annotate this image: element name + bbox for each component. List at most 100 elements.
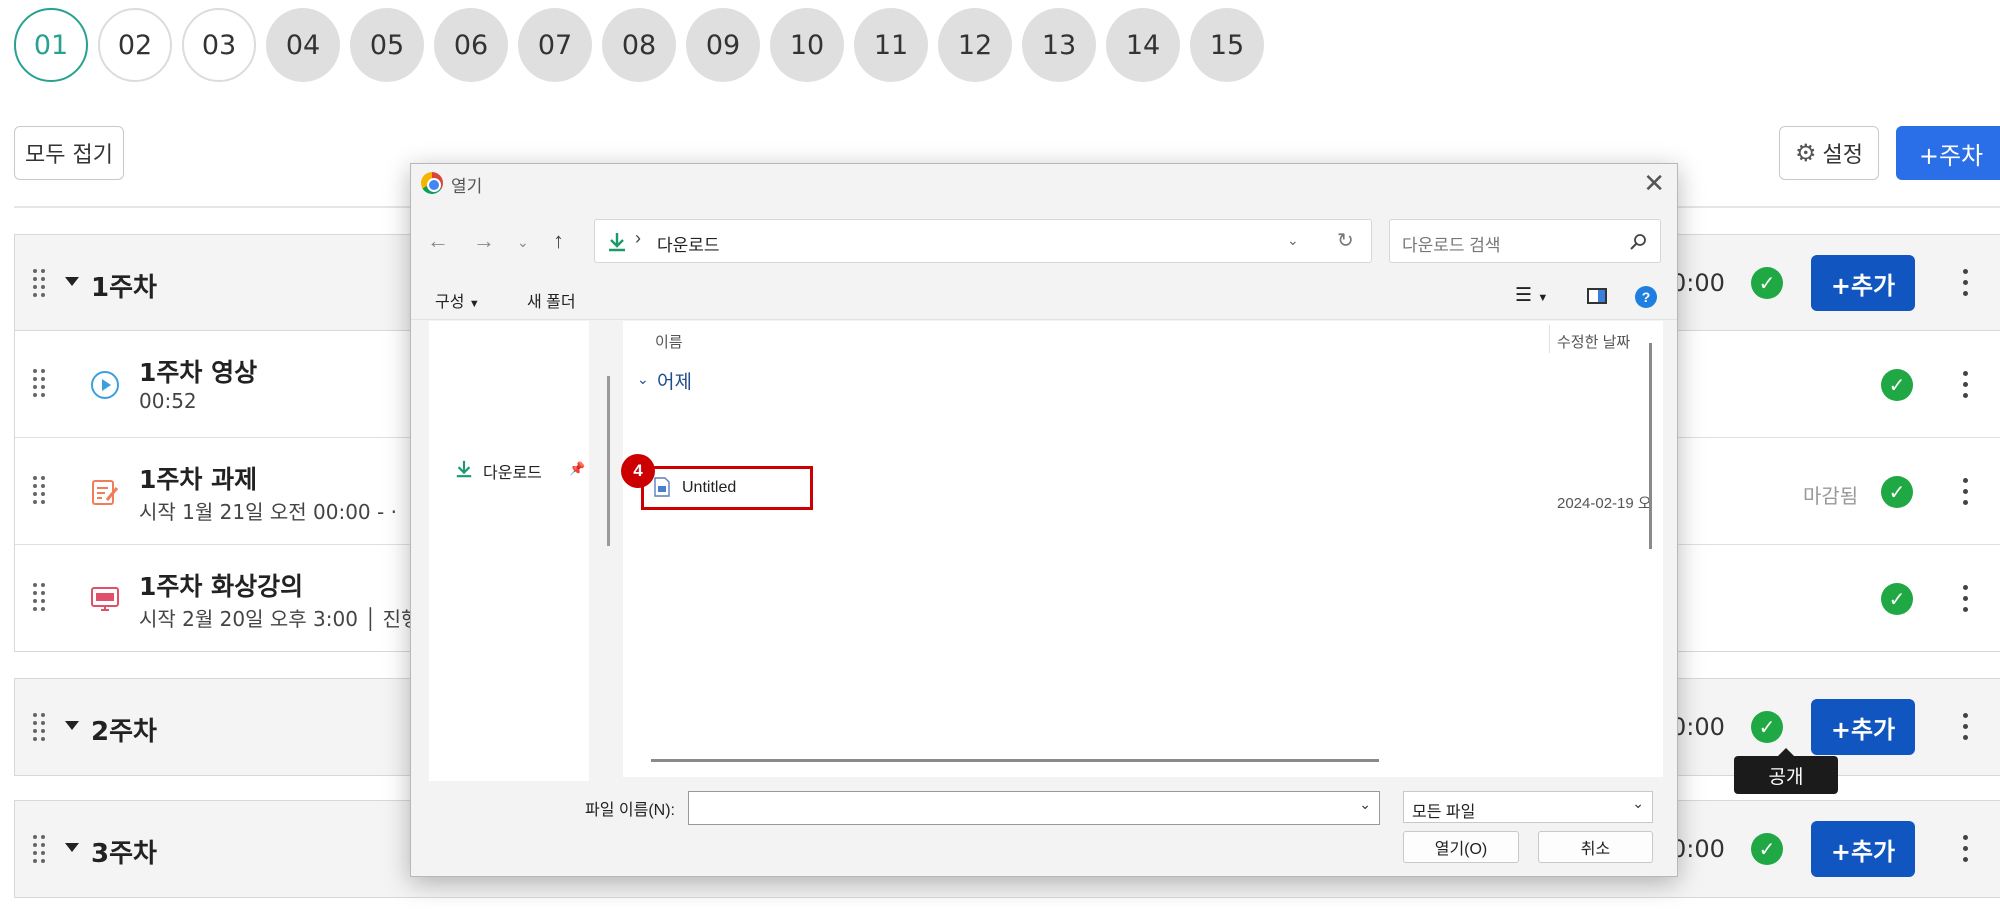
up-icon[interactable]: ↑ — [553, 228, 564, 254]
item-duration: 00:52 — [139, 389, 197, 413]
published-check-icon[interactable]: ✓ — [1751, 711, 1783, 743]
drag-handle-icon[interactable] — [33, 835, 47, 863]
week-tab-15[interactable]: 15 — [1190, 8, 1264, 82]
drag-handle-icon[interactable] — [33, 369, 47, 397]
close-icon[interactable]: ✕ — [1643, 168, 1665, 199]
vertical-scrollbar[interactable] — [1649, 343, 1652, 549]
more-options-icon[interactable] — [1963, 371, 1969, 399]
published-check-icon[interactable]: ✓ — [1881, 369, 1913, 401]
column-header-name[interactable]: 이름 — [655, 331, 683, 352]
gear-icon: ⚙ — [1795, 139, 1817, 167]
forward-icon[interactable]: → — [473, 228, 495, 254]
week-tab-11[interactable]: 11 — [854, 8, 928, 82]
week-tab-12[interactable]: 12 — [938, 8, 1012, 82]
nav-item-label: 다운로드 — [483, 465, 542, 482]
published-check-icon[interactable]: ✓ — [1751, 833, 1783, 865]
caret-down-icon[interactable] — [65, 721, 79, 730]
more-options-icon[interactable] — [1963, 269, 1969, 297]
add-week-button[interactable]: +주차 — [1896, 126, 2000, 180]
chevron-down-icon[interactable]: ⌄ — [1287, 232, 1299, 249]
download-icon — [456, 460, 472, 478]
item-title: 1주차 영상 — [139, 358, 258, 387]
week-title: 3주차 — [91, 839, 157, 869]
video-play-icon — [91, 371, 119, 399]
add-content-button[interactable]: +추가 — [1811, 821, 1915, 877]
caret-down-icon[interactable] — [65, 843, 79, 852]
file-name: Untitled — [682, 479, 737, 496]
week-tab-08[interactable]: 08 — [602, 8, 676, 82]
week-tab-07[interactable]: 07 — [518, 8, 592, 82]
week-tab-09[interactable]: 09 — [686, 8, 760, 82]
week-tab-01[interactable]: 01 — [14, 8, 88, 82]
view-options-icon[interactable]: ☰ ▼ — [1515, 284, 1548, 307]
organize-menu[interactable]: 구성 ▼ — [435, 288, 480, 312]
published-check-icon[interactable]: ✓ — [1751, 267, 1783, 299]
drag-handle-icon[interactable] — [33, 583, 47, 611]
cancel-button[interactable]: 취소 — [1538, 831, 1653, 863]
horizontal-scrollbar[interactable] — [651, 759, 1379, 762]
file-modified: 2024-02-19 오 — [1557, 495, 1652, 512]
drag-handle-icon[interactable] — [33, 713, 47, 741]
search-placeholder: 다운로드 검색 — [1402, 236, 1501, 255]
published-check-icon[interactable]: ✓ — [1881, 476, 1913, 508]
search-input[interactable]: 다운로드 검색 — [1389, 219, 1661, 263]
refresh-icon[interactable]: ↻ — [1337, 228, 1354, 253]
more-options-icon[interactable] — [1963, 713, 1969, 741]
more-options-icon[interactable] — [1963, 478, 1969, 506]
nav-scrollbar[interactable] — [607, 376, 610, 546]
week-tab-10[interactable]: 10 — [770, 8, 844, 82]
caret-down-icon[interactable] — [65, 277, 79, 286]
item-title: 1주차 과제 — [139, 465, 258, 494]
tooltip: 공개 — [1734, 748, 1838, 794]
status-badge: 마감됨 — [1803, 484, 1859, 508]
file-open-dialog: 열기 ✕ ← → ⌄ ↑ › 다운로드 ⌄ ↻ 다운로드 검색 구성 ▼ 새 폴… — [410, 163, 1678, 877]
published-check-icon[interactable]: ✓ — [1881, 583, 1913, 615]
item-schedule: 시작 2월 20일 오후 3:00 │ 진행 — [139, 607, 420, 631]
add-content-button[interactable]: +추가 — [1811, 699, 1915, 755]
week-time: 0:00 — [1671, 835, 1725, 863]
preview-pane-icon[interactable] — [1587, 288, 1607, 304]
breadcrumb[interactable]: 다운로드 — [657, 231, 720, 256]
download-icon — [609, 233, 625, 252]
collapse-all-button[interactable]: 모두 접기 — [14, 126, 124, 180]
chevron-down-icon[interactable]: ⌄ — [637, 371, 649, 388]
address-bar[interactable]: › 다운로드 ⌄ ↻ — [594, 219, 1372, 263]
week-tab-06[interactable]: 06 — [434, 8, 508, 82]
file-type-select[interactable]: 모든 파일 ⌄ — [1403, 791, 1653, 823]
pin-icon[interactable]: 📌 — [569, 461, 585, 477]
file-item-untitled[interactable]: Untitled — [641, 466, 813, 510]
group-header[interactable]: 어제 — [657, 367, 692, 394]
week-tab-04[interactable]: 04 — [266, 8, 340, 82]
week-tab-03[interactable]: 03 — [182, 8, 256, 82]
open-button[interactable]: 열기(O) — [1403, 831, 1519, 863]
caret-down-icon: ▼ — [468, 298, 480, 310]
nav-item-downloads[interactable]: 다운로드 📌 — [429, 457, 585, 483]
back-icon[interactable]: ← — [427, 228, 449, 254]
drag-handle-icon[interactable] — [33, 269, 47, 297]
navigation-pane: 다운로드 📌 — [429, 321, 589, 781]
add-content-button[interactable]: +추가 — [1811, 255, 1915, 311]
assignment-icon — [92, 480, 119, 505]
live-lecture-icon — [91, 587, 119, 611]
new-folder-button[interactable]: 새 폴더 — [527, 288, 576, 312]
breadcrumb-separator-icon: › — [635, 228, 641, 248]
dialog-title: 열기 — [451, 177, 483, 196]
week-tab-02[interactable]: 02 — [98, 8, 172, 82]
week-title: 1주차 — [91, 273, 157, 303]
week-tab-13[interactable]: 13 — [1022, 8, 1096, 82]
more-options-icon[interactable] — [1963, 835, 1969, 863]
chrome-icon — [421, 172, 443, 194]
column-header-modified[interactable]: 수정한 날짜 — [1557, 331, 1630, 352]
week-tab-05[interactable]: 05 — [350, 8, 424, 82]
more-options-icon[interactable] — [1963, 585, 1969, 613]
search-icon — [1630, 234, 1646, 250]
drag-handle-icon[interactable] — [33, 476, 47, 504]
recent-locations-icon[interactable]: ⌄ — [517, 234, 529, 251]
settings-button[interactable]: ⚙ 설정 — [1779, 126, 1879, 180]
week-tab-14[interactable]: 14 — [1106, 8, 1180, 82]
week-title: 2주차 — [91, 717, 157, 747]
help-icon[interactable]: ? — [1635, 286, 1657, 308]
chevron-down-icon[interactable]: ⌄ — [1359, 796, 1371, 813]
filename-input[interactable]: ⌄ — [688, 791, 1380, 825]
file-list: 이름 수정한 날짜 ⌄ 어제 Untitled 2024-02-19 오 — [623, 321, 1663, 777]
